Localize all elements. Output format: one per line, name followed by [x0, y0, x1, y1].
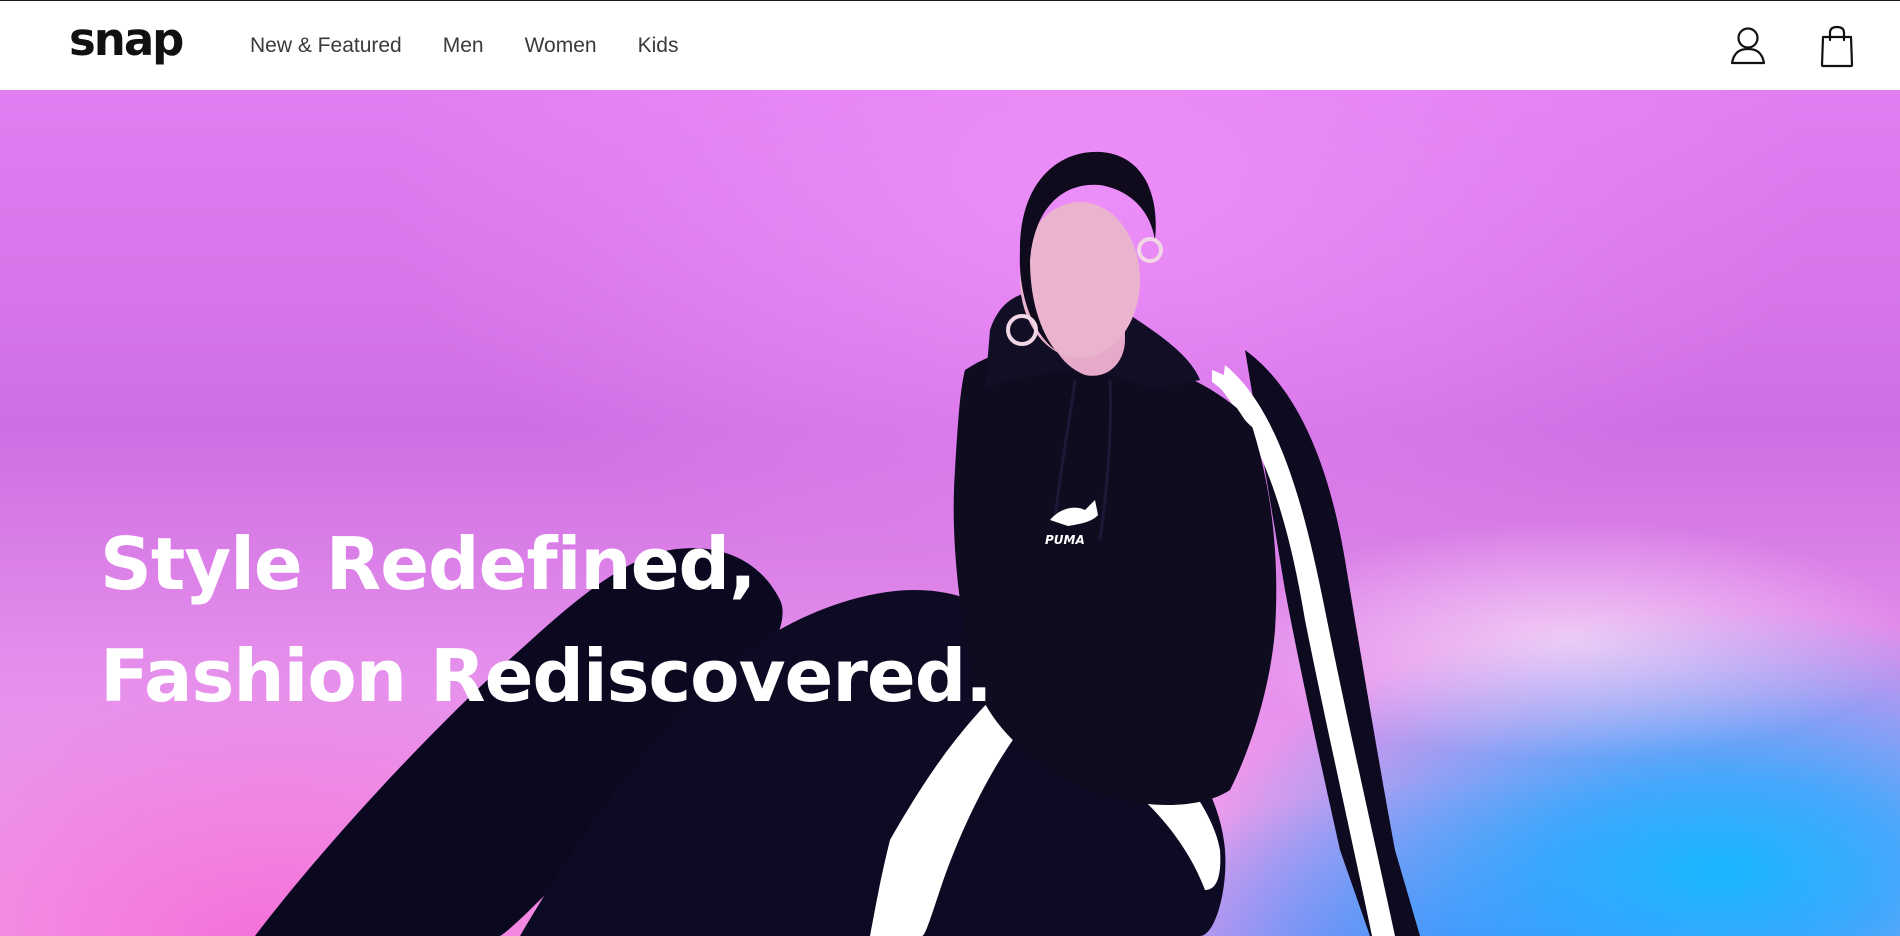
shopping-bag-icon	[1820, 25, 1854, 68]
cart-button[interactable]	[1817, 25, 1857, 69]
nav-item-kids[interactable]: Kids	[638, 35, 679, 56]
site-logo[interactable]: snap	[69, 17, 184, 62]
user-icon	[1730, 27, 1766, 65]
account-button[interactable]	[1728, 25, 1768, 69]
nav-item-men[interactable]: Men	[443, 35, 484, 56]
hero-headline-line2: Fashion Rediscovered.	[100, 634, 993, 719]
hero-headline-line1: Style Redefined,	[100, 522, 756, 607]
main-nav: New & Featured Men Women Kids	[250, 35, 719, 56]
brand-mark-text: PUMA	[1045, 533, 1085, 547]
hero-headline: Style Redefined, Fashion Rediscovered.	[100, 508, 993, 732]
hero-banner: PUMA Style Redefined, Fashion Rediscover…	[0, 90, 1900, 936]
page: snap New & Featured Men Women Kids PUMA …	[0, 0, 1900, 936]
site-header: snap New & Featured Men Women Kids	[0, 0, 1900, 90]
nav-item-new-featured[interactable]: New & Featured	[250, 35, 402, 56]
nav-item-women[interactable]: Women	[525, 35, 597, 56]
